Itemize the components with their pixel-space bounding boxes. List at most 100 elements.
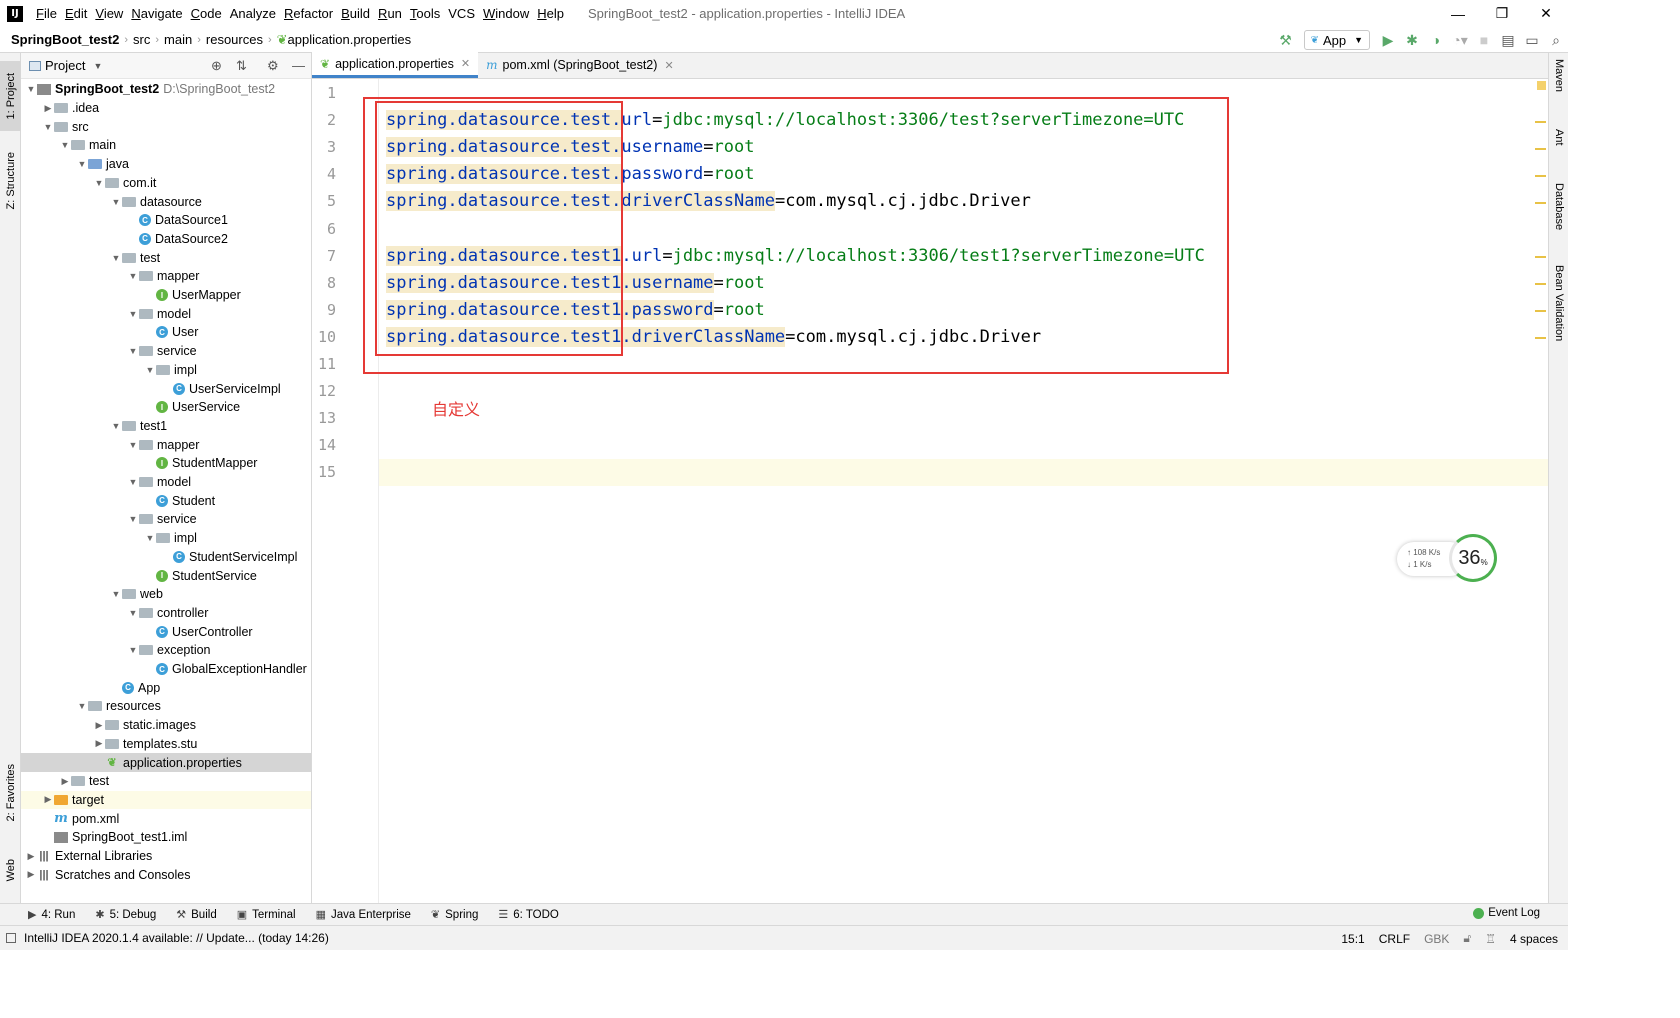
tree-node[interactable]: ▼ impl	[21, 529, 311, 548]
tree-node[interactable]: C Student	[21, 491, 311, 510]
tree-node[interactable]: ▼ SpringBoot_test2 D:\SpringBoot_test2	[21, 80, 311, 99]
menu-refactor[interactable]: Refactor	[280, 6, 337, 21]
collapsed-arrow-icon[interactable]: ▶	[25, 851, 37, 862]
breadcrumb-item[interactable]: SpringBoot_test2	[11, 32, 119, 47]
tree-node[interactable]: SpringBoot_test1.iml	[21, 828, 311, 847]
collapsed-arrow-icon[interactable]: ▶	[93, 720, 105, 731]
tree-node[interactable]: ▶ static.images	[21, 716, 311, 735]
expanded-arrow-icon[interactable]: ▼	[144, 533, 156, 543]
stop-icon[interactable]: ■	[1472, 29, 1496, 51]
expanded-arrow-icon[interactable]: ▼	[93, 178, 105, 188]
tree-node[interactable]: C UserServiceImpl	[21, 379, 311, 398]
tab-pom-xml[interactable]: m pom.xml (SpringBoot_test2) ✕	[478, 52, 682, 78]
tool-window-debug[interactable]: ✱ 5: Debug	[95, 908, 156, 922]
menu-run[interactable]: Run	[374, 6, 406, 21]
tree-node[interactable]: ▼ resources	[21, 697, 311, 716]
inspection-status-icon[interactable]	[1537, 81, 1546, 90]
expanded-arrow-icon[interactable]: ▼	[127, 514, 139, 524]
profile-icon[interactable]: ◔▾	[1448, 29, 1472, 51]
hide-panel-icon[interactable]: —	[292, 58, 305, 73]
expanded-arrow-icon[interactable]: ▼	[127, 608, 139, 618]
tree-node[interactable]: ▼ com.it	[21, 174, 311, 193]
tree-node[interactable]: ▼ exception	[21, 641, 311, 660]
menu-code[interactable]: Code	[187, 6, 226, 21]
menu-edit[interactable]: Edit	[61, 6, 91, 21]
tree-node[interactable]: ▼ src	[21, 117, 311, 136]
expanded-arrow-icon[interactable]: ▼	[59, 140, 71, 150]
debug-icon[interactable]: ✱	[1400, 29, 1424, 51]
tree-node[interactable]: I StudentService	[21, 566, 311, 585]
menu-file[interactable]: File	[32, 6, 61, 21]
error-stripe-marker[interactable]	[1535, 337, 1546, 339]
error-stripe-marker[interactable]	[1535, 148, 1546, 150]
expanded-arrow-icon[interactable]: ▼	[127, 645, 139, 655]
expanded-arrow-icon[interactable]: ▼	[110, 589, 122, 599]
breadcrumb-item[interactable]: main	[164, 32, 192, 47]
run-icon[interactable]: ▶	[1376, 29, 1400, 51]
error-stripe-marker[interactable]	[1535, 121, 1546, 123]
tree-node[interactable]: m pom.xml	[21, 809, 311, 828]
menu-view[interactable]: View	[91, 6, 127, 21]
expanded-arrow-icon[interactable]: ▼	[76, 701, 88, 711]
tab-application-properties[interactable]: ❦ application.properties ✕	[312, 52, 479, 78]
collapsed-arrow-icon[interactable]: ▶	[25, 869, 37, 880]
error-stripe-marker[interactable]	[1535, 283, 1546, 285]
expanded-arrow-icon[interactable]: ▼	[127, 309, 139, 319]
collapse-all-icon[interactable]: ⇅	[236, 58, 247, 74]
tree-node[interactable]: ▼ web	[21, 585, 311, 604]
memory-icon[interactable]: ♖	[1485, 932, 1496, 946]
search-icon[interactable]: ⌕	[1544, 29, 1568, 51]
breadcrumb-item[interactable]: resources	[206, 32, 263, 47]
tree-node[interactable]: I UserMapper	[21, 286, 311, 305]
tree-node[interactable]: ▼ model	[21, 304, 311, 323]
gear-icon[interactable]: ⚙	[267, 58, 279, 74]
tree-node[interactable]: ▼ controller	[21, 604, 311, 623]
tree-node[interactable]: ▼ service	[21, 510, 311, 529]
tree-node[interactable]: ▼ service	[21, 342, 311, 361]
locate-target-icon[interactable]: ⊕	[211, 58, 222, 74]
expanded-arrow-icon[interactable]: ▼	[25, 84, 37, 94]
expanded-arrow-icon[interactable]: ▼	[76, 159, 88, 169]
build-hammer-icon[interactable]: ⚒	[1274, 29, 1298, 51]
error-stripe-marker[interactable]	[1535, 256, 1546, 258]
coverage-icon[interactable]: ◑	[1424, 29, 1448, 51]
menu-window[interactable]: Window	[479, 6, 533, 21]
tree-node[interactable]: ▼ mapper	[21, 267, 311, 286]
expanded-arrow-icon[interactable]: ▼	[127, 440, 139, 450]
tree-node[interactable]: ▼ main	[21, 136, 311, 155]
tree-node[interactable]: ▼ mapper	[21, 435, 311, 454]
tool-window-java-enterprise[interactable]: ▦ Java Enterprise	[316, 908, 411, 922]
expanded-arrow-icon[interactable]: ▼	[127, 477, 139, 487]
project-panel-title[interactable]: Project	[45, 58, 85, 73]
bean-validation-tool-tab[interactable]: Bean Validation	[1549, 265, 1569, 365]
close-icon[interactable]: ✕	[461, 57, 470, 70]
breadcrumb-item[interactable]: ❦ application.properties	[277, 32, 411, 48]
collapsed-arrow-icon[interactable]: ▶	[42, 103, 54, 114]
tree-node[interactable]: ▶ test	[21, 772, 311, 791]
expanded-arrow-icon[interactable]: ▼	[110, 421, 122, 431]
menu-help[interactable]: Help	[533, 6, 568, 21]
caret-position[interactable]: 15:1	[1341, 932, 1364, 946]
tree-node[interactable]: C GlobalExceptionHandler	[21, 660, 311, 679]
favorites-tool-tab[interactable]: 2: Favorites	[0, 753, 21, 833]
expanded-arrow-icon[interactable]: ▼	[42, 122, 54, 132]
structure-tool-tab[interactable]: Z: Structure	[0, 141, 21, 221]
tool-window-terminal[interactable]: ▣ Terminal	[237, 908, 296, 922]
menu-build[interactable]: Build	[337, 6, 374, 21]
event-log-button[interactable]: Event Log	[1473, 907, 1540, 919]
breadcrumb-item[interactable]: src	[133, 32, 150, 47]
menu-analyze[interactable]: Analyze	[226, 6, 280, 21]
tree-node[interactable]: C User	[21, 323, 311, 342]
collapsed-arrow-icon[interactable]: ▶	[59, 776, 71, 787]
expanded-arrow-icon[interactable]: ▼	[110, 197, 122, 207]
tree-node[interactable]: ▼ datasource	[21, 192, 311, 211]
file-encoding[interactable]: GBK	[1424, 932, 1449, 946]
minimize-button[interactable]: —	[1436, 0, 1480, 27]
status-message[interactable]: IntelliJ IDEA 2020.1.4 available: // Upd…	[24, 931, 329, 945]
code-editor[interactable]: 1 2 3 4 5 6 7 8 9 10 11 12 13 14 15 spring.datasource.…	[312, 79, 1548, 903]
tree-node[interactable]: ▼ model	[21, 473, 311, 492]
tree-node[interactable]: C DataSource2	[21, 230, 311, 249]
tree-node[interactable]: ▼ test1	[21, 417, 311, 436]
web-tool-tab[interactable]: Web	[0, 848, 21, 893]
expanded-arrow-icon[interactable]: ▼	[127, 346, 139, 356]
